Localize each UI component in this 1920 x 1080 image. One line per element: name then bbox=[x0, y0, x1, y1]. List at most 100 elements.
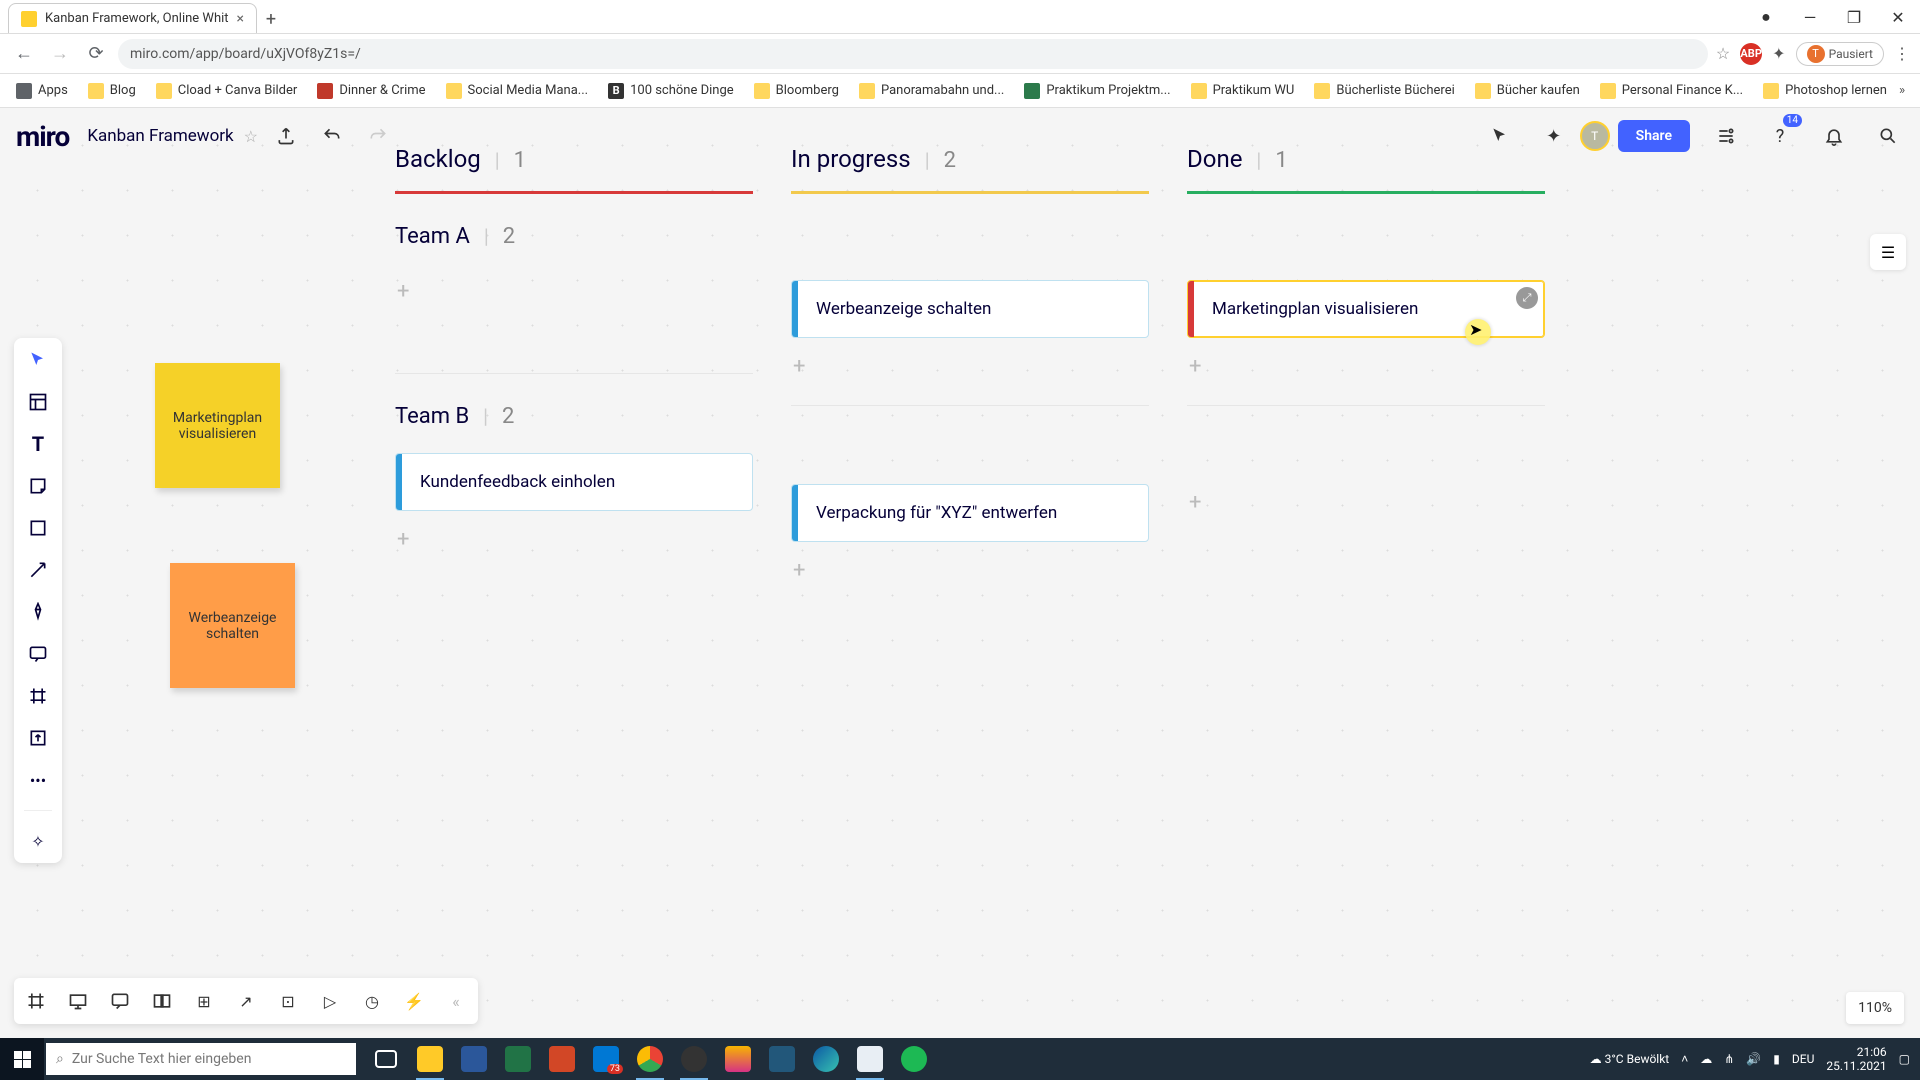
star-board-icon[interactable]: ☆ bbox=[244, 127, 258, 146]
shape-tool-icon[interactable] bbox=[26, 516, 50, 540]
bookmark-item[interactable]: Praktikum Projektm... bbox=[1016, 79, 1178, 103]
forward-button[interactable]: → bbox=[46, 40, 74, 68]
taskbar-search[interactable]: ⌕ Zur Suche Text hier eingeben bbox=[46, 1043, 356, 1075]
bookmark-item[interactable]: Panoramabahn und... bbox=[851, 79, 1012, 103]
spotify-icon[interactable] bbox=[894, 1038, 934, 1080]
clock[interactable]: 21:06 25.11.2021 bbox=[1826, 1045, 1886, 1074]
kanban-card[interactable]: Kundenfeedback einholen bbox=[395, 453, 753, 511]
powerpoint-icon[interactable] bbox=[542, 1038, 582, 1080]
bookmark-item[interactable]: Bücher kaufen bbox=[1467, 79, 1588, 103]
profile-paused-chip[interactable]: T Pausiert bbox=[1796, 42, 1884, 66]
back-button[interactable]: ← bbox=[10, 40, 38, 68]
maximize-icon[interactable]: ❐ bbox=[1832, 0, 1876, 34]
kanban-cell[interactable]: + bbox=[1187, 484, 1545, 564]
bookmark-star-icon[interactable]: ☆ bbox=[1716, 44, 1730, 63]
chrome-icon[interactable] bbox=[630, 1038, 670, 1080]
cards-icon[interactable] bbox=[150, 989, 174, 1013]
frames-icon[interactable] bbox=[24, 989, 48, 1013]
more-tools-icon[interactable]: ••• bbox=[26, 768, 50, 792]
explorer-icon[interactable] bbox=[410, 1038, 450, 1080]
close-tab-icon[interactable]: × bbox=[237, 11, 244, 27]
browser-tab[interactable]: Kanban Framework, Online Whit × bbox=[8, 3, 257, 33]
text-tool-icon[interactable]: T bbox=[26, 432, 50, 456]
add-card-button[interactable]: + bbox=[1187, 348, 1545, 385]
row-header-team-b[interactable]: Team B|2 bbox=[395, 404, 753, 429]
chat-icon[interactable]: ⊞ bbox=[192, 989, 216, 1013]
screen-share-icon[interactable]: ↗ bbox=[234, 989, 258, 1013]
edge-icon[interactable] bbox=[806, 1038, 846, 1080]
weather-widget[interactable]: ☁ 3°C Bewölkt bbox=[1590, 1052, 1670, 1066]
video-icon[interactable]: ▷ bbox=[318, 989, 342, 1013]
bookmark-item[interactable]: Blog bbox=[80, 79, 144, 103]
notifications-tray-icon[interactable]: ▢ bbox=[1899, 1052, 1910, 1066]
miro-logo[interactable]: miro bbox=[16, 120, 69, 153]
kanban-cell[interactable]: Marketingplan visualisieren ⤢ + bbox=[1187, 280, 1545, 385]
bookmark-item[interactable]: Cload + Canva Bilder bbox=[148, 79, 306, 103]
zoom-level[interactable]: 110% bbox=[1846, 992, 1904, 1024]
excel-icon[interactable] bbox=[498, 1038, 538, 1080]
kanban-card[interactable]: Werbeanzeige schalten bbox=[791, 280, 1149, 338]
kanban-cell[interactable]: Kundenfeedback einholen + bbox=[395, 453, 753, 558]
bookmark-item[interactable]: Social Media Mana... bbox=[438, 79, 597, 103]
bookmark-item[interactable]: Bücherliste Bücherei bbox=[1306, 79, 1462, 103]
apps-tool-icon[interactable]: ✧ bbox=[26, 829, 50, 853]
bookmark-item[interactable]: B100 schöne Dinge bbox=[600, 79, 742, 103]
bookmarks-overflow-icon[interactable]: » bbox=[1899, 83, 1905, 98]
tray-expand-icon[interactable]: ˄ bbox=[1681, 1052, 1688, 1066]
kanban-cell[interactable]: Werbeanzeige schalten + bbox=[791, 280, 1149, 385]
notepad-icon[interactable] bbox=[850, 1038, 890, 1080]
bookmark-item[interactable]: Personal Finance K... bbox=[1592, 79, 1751, 103]
apps-bookmark[interactable]: Apps bbox=[8, 79, 76, 103]
frame-tool-icon[interactable] bbox=[26, 684, 50, 708]
comments-icon[interactable] bbox=[108, 989, 132, 1013]
app-icon[interactable] bbox=[762, 1038, 802, 1080]
minimize-icon[interactable]: — bbox=[1788, 0, 1832, 34]
board-name[interactable]: Kanban Framework bbox=[87, 126, 233, 146]
timer-icon[interactable]: ◷ bbox=[360, 989, 384, 1013]
pen-tool-icon[interactable] bbox=[26, 600, 50, 624]
add-card-button[interactable]: + bbox=[791, 552, 1149, 589]
close-window-icon[interactable]: ✕ bbox=[1876, 0, 1920, 34]
kanban-cell[interactable]: + bbox=[395, 273, 753, 353]
sticky-tool-icon[interactable] bbox=[26, 474, 50, 498]
chrome-menu-icon[interactable]: ⋮ bbox=[1894, 44, 1910, 63]
collapse-toolbar-icon[interactable]: « bbox=[444, 989, 468, 1013]
record-icon[interactable]: ⊡ bbox=[276, 989, 300, 1013]
kanban-card[interactable]: Verpackung für "XYZ" entwerfen bbox=[791, 484, 1149, 542]
add-card-button[interactable]: + bbox=[791, 348, 1149, 385]
word-icon[interactable] bbox=[454, 1038, 494, 1080]
abp-extension-icon[interactable]: ABP bbox=[1740, 43, 1762, 65]
add-card-button[interactable]: + bbox=[395, 521, 753, 558]
battery-icon[interactable]: ▮ bbox=[1773, 1052, 1780, 1066]
onedrive-icon[interactable]: ☁ bbox=[1700, 1052, 1712, 1066]
select-tool-icon[interactable] bbox=[26, 348, 50, 372]
start-button[interactable] bbox=[0, 1038, 44, 1080]
templates-tool-icon[interactable] bbox=[26, 390, 50, 414]
bookmark-item[interactable]: Photoshop lernen bbox=[1755, 79, 1895, 103]
app-icon[interactable] bbox=[718, 1038, 758, 1080]
mail-icon[interactable]: 73 bbox=[586, 1038, 626, 1080]
account-icon[interactable]: ● bbox=[1744, 0, 1788, 34]
wifi-icon[interactable]: ⋔ bbox=[1724, 1052, 1734, 1066]
redo-icon[interactable] bbox=[360, 118, 396, 154]
presentation-icon[interactable] bbox=[66, 989, 90, 1013]
row-header-team-a[interactable]: Team A|2 bbox=[395, 224, 753, 249]
reload-button[interactable]: ⟳ bbox=[82, 40, 110, 68]
upload-tool-icon[interactable] bbox=[26, 726, 50, 750]
miro-canvas[interactable]: Marketingplan visualisieren Werbeanzeige… bbox=[0, 108, 1920, 1038]
sticky-note-yellow[interactable]: Marketingplan visualisieren bbox=[155, 363, 280, 488]
add-card-button[interactable]: + bbox=[1187, 484, 1545, 521]
voting-icon[interactable]: ⚡ bbox=[402, 989, 426, 1013]
reading-list-button[interactable]: ☰Leseliste bbox=[1915, 79, 1920, 102]
export-icon[interactable] bbox=[268, 118, 304, 154]
extensions-icon[interactable]: ✦ bbox=[1772, 44, 1785, 63]
new-tab-button[interactable]: + bbox=[257, 5, 285, 33]
expand-card-icon[interactable]: ⤢ bbox=[1516, 287, 1538, 309]
task-view-icon[interactable] bbox=[366, 1038, 406, 1080]
bookmark-item[interactable]: Dinner & Crime bbox=[309, 79, 433, 103]
line-tool-icon[interactable] bbox=[26, 558, 50, 582]
volume-icon[interactable]: 🔊 bbox=[1746, 1052, 1761, 1066]
kanban-card[interactable]: Marketingplan visualisieren ⤢ bbox=[1187, 280, 1545, 338]
url-field[interactable]: miro.com/app/board/uXjVOf8yZ1s=/ bbox=[118, 39, 1708, 69]
add-card-button[interactable]: + bbox=[395, 273, 753, 310]
